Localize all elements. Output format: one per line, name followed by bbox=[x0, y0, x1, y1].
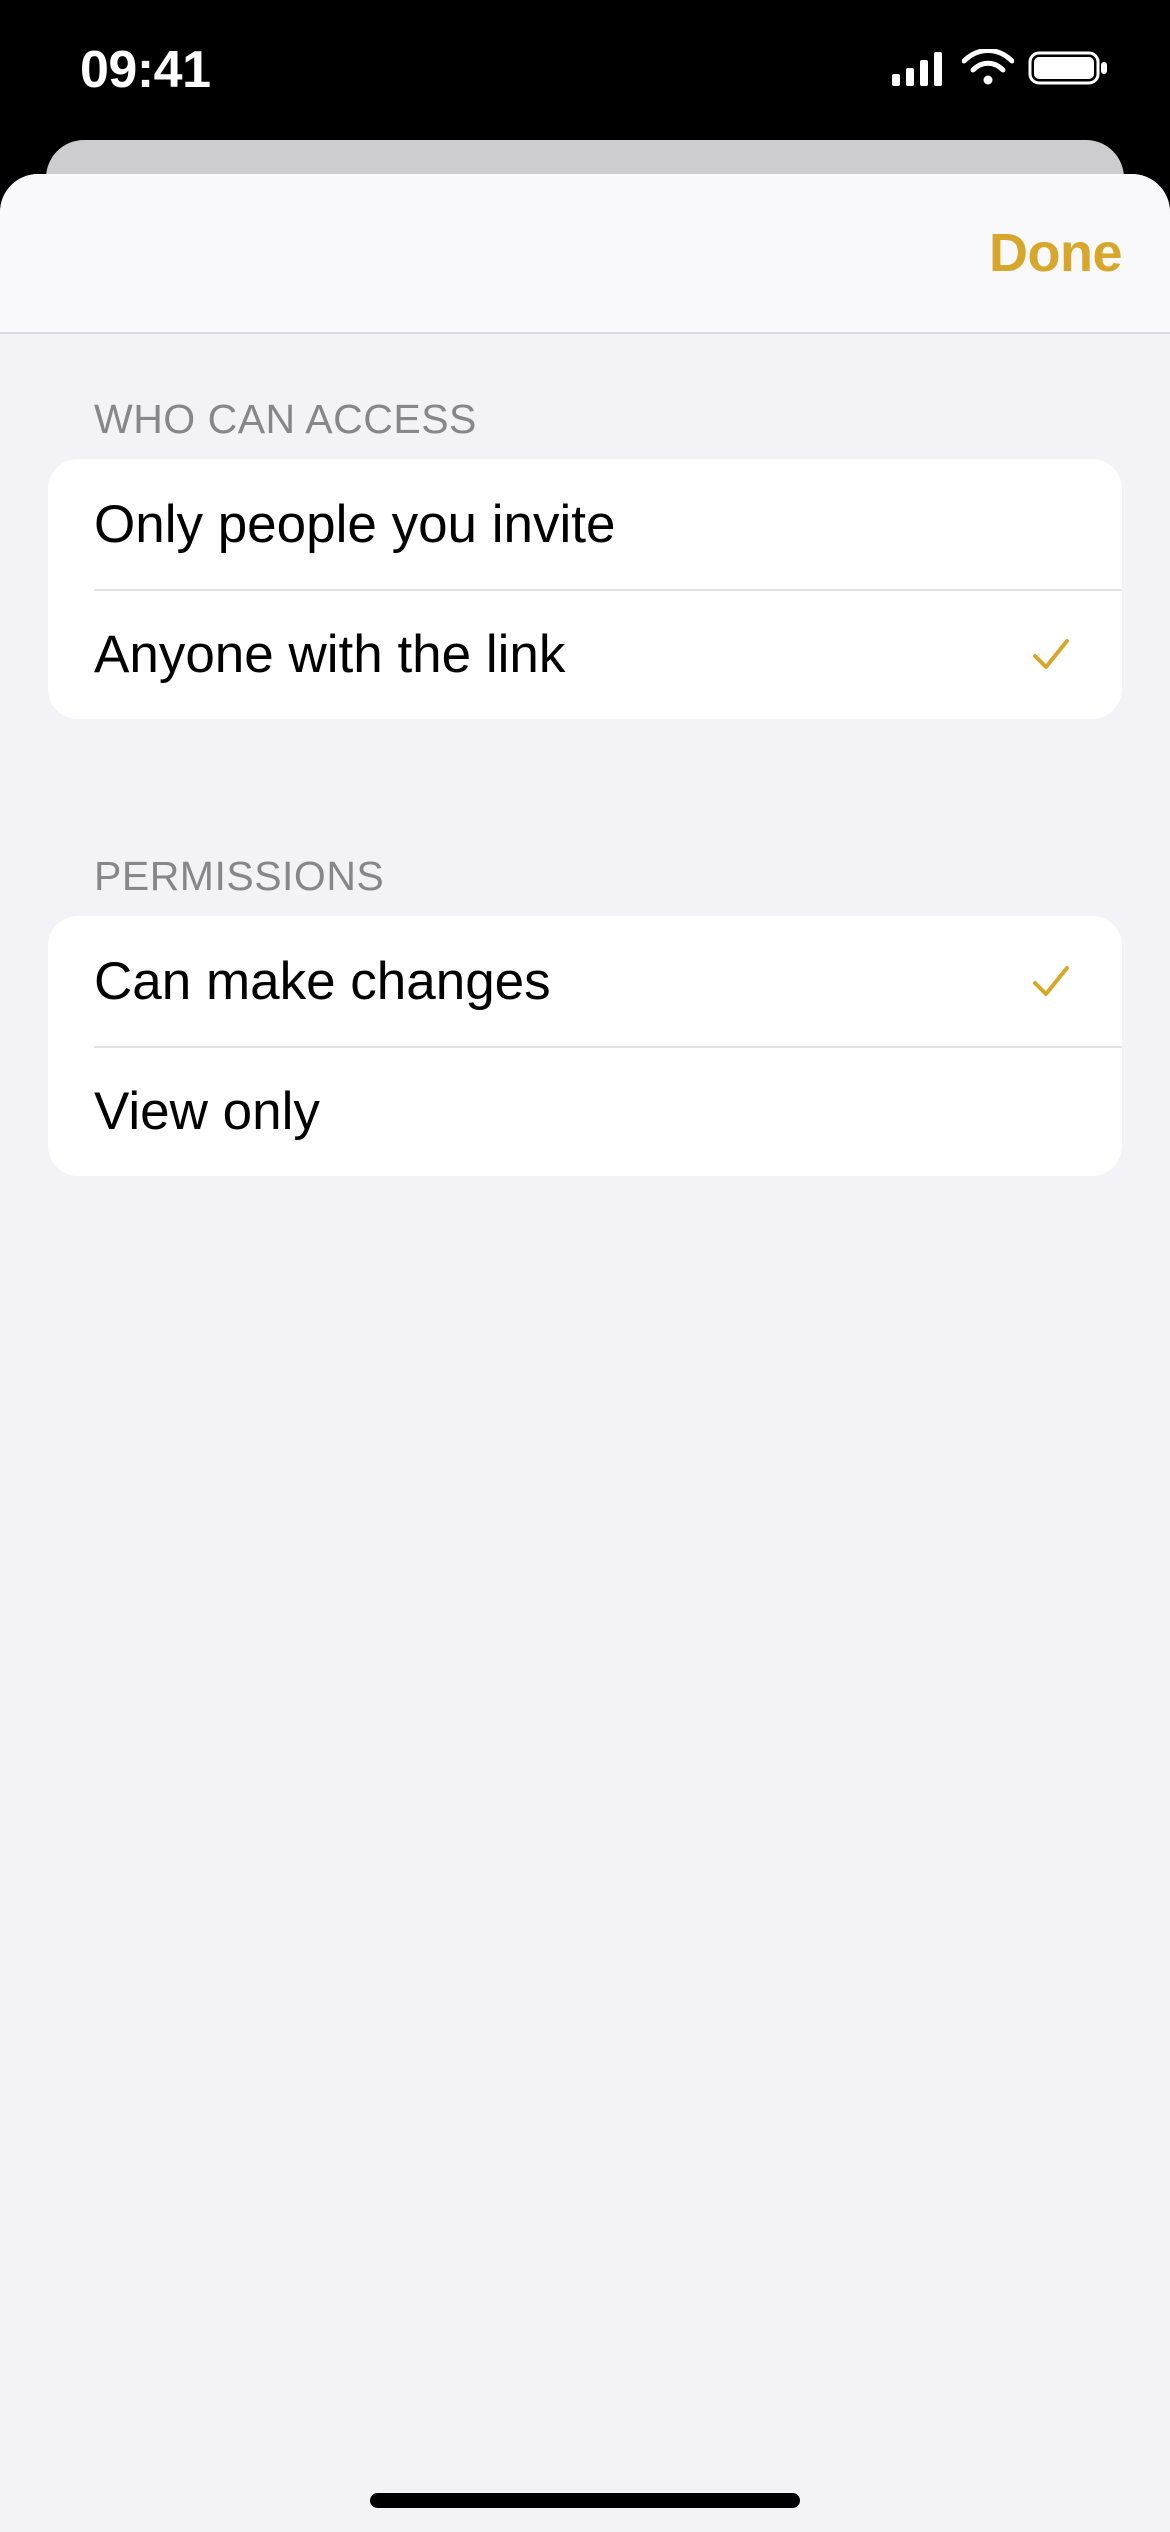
cellular-icon bbox=[892, 50, 948, 91]
section-header-access: WHO CAN ACCESS bbox=[0, 334, 1170, 459]
status-indicators bbox=[892, 49, 1110, 92]
access-list: Only people you invite Anyone with the l… bbox=[48, 459, 1122, 719]
option-label: View only bbox=[94, 1081, 320, 1142]
access-option-anyone-link[interactable]: Anyone with the link bbox=[48, 589, 1122, 719]
permission-option-can-edit[interactable]: Can make changes bbox=[48, 916, 1122, 1046]
done-button[interactable]: Done bbox=[989, 222, 1122, 284]
home-indicator[interactable] bbox=[370, 2493, 800, 2508]
option-label: Only people you invite bbox=[94, 494, 616, 555]
battery-icon bbox=[1028, 49, 1110, 92]
share-options-sheet: Done WHO CAN ACCESS Only people you invi… bbox=[0, 174, 1170, 2532]
status-bar: 09:41 bbox=[0, 0, 1170, 140]
permission-option-view-only[interactable]: View only bbox=[48, 1046, 1122, 1176]
checkmark-icon bbox=[1026, 629, 1076, 679]
checkmark-icon bbox=[1026, 956, 1076, 1006]
sheet-content: WHO CAN ACCESS Only people you invite An… bbox=[0, 334, 1170, 1176]
access-option-only-invited[interactable]: Only people you invite bbox=[48, 459, 1122, 589]
option-label: Can make changes bbox=[94, 951, 551, 1012]
option-label: Anyone with the link bbox=[94, 624, 565, 685]
section-header-permissions: PERMISSIONS bbox=[0, 719, 1170, 916]
status-time: 09:41 bbox=[80, 40, 211, 100]
wifi-icon bbox=[962, 49, 1014, 92]
sheet-nav-bar: Done bbox=[0, 174, 1170, 334]
permissions-list: Can make changes View only bbox=[48, 916, 1122, 1176]
